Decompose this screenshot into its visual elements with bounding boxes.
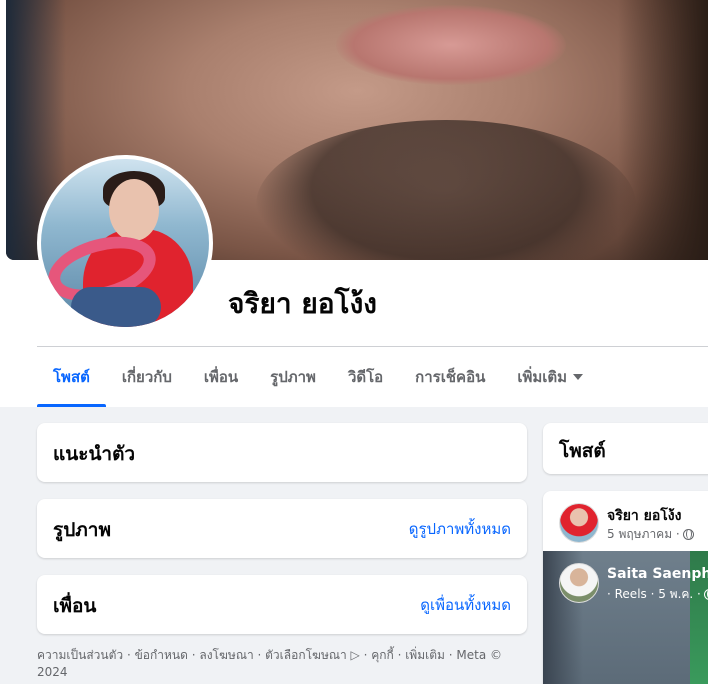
see-all-friends-link[interactable]: ดูเพื่อนทั้งหมด: [420, 593, 511, 617]
friends-title: เพื่อน: [53, 595, 97, 617]
tab-label: การเช็คอิน: [415, 368, 486, 386]
shared-post-info[interactable]: · Reels · 5 พ.ค. ·: [607, 585, 701, 604]
shared-post-meta: · Reels · 5 พ.ค. ·: [607, 585, 708, 604]
shared-author-name[interactable]: Saita Saenphon: [607, 566, 708, 582]
tab-label: รูปภาพ: [270, 368, 316, 386]
tab-checkins[interactable]: การเช็คอิน: [399, 347, 501, 407]
post-author-avatar[interactable]: [559, 503, 599, 543]
tab-label: เพิ่มเติม: [517, 368, 568, 386]
globe-icon: [703, 589, 708, 600]
profile-tabs: โพสต์ เกี่ยวกับ เพื่อน รูปภาพ วิดีโอ การ…: [37, 347, 599, 407]
friends-card: เพื่อน ดูเพื่อนทั้งหมด: [37, 575, 527, 634]
tab-posts[interactable]: โพสต์: [37, 347, 106, 407]
tab-more[interactable]: เพิ่มเติม: [501, 347, 599, 407]
intro-card: แนะนำตัว: [37, 423, 527, 482]
photos-card: รูปภาพ ดูรูปภาพทั้งหมด: [37, 499, 527, 558]
dropdown-caret-icon: [573, 374, 584, 380]
posts-title: โพสต์: [559, 440, 606, 462]
intro-title: แนะนำตัว: [53, 443, 136, 465]
post-date[interactable]: 5 พฤษภาคม ·: [607, 525, 680, 544]
profile-avatar[interactable]: [37, 155, 213, 331]
tab-label: วิดีโอ: [347, 368, 384, 386]
see-all-photos-link[interactable]: ดูรูปภาพทั้งหมด: [409, 517, 511, 541]
globe-icon: [682, 529, 694, 540]
footer-links[interactable]: ความเป็นส่วนตัว · ข้อกำหนด · ลงโฆษณา · ต…: [37, 647, 527, 681]
tab-videos[interactable]: วิดีโอ: [332, 347, 399, 407]
post-author-name[interactable]: จริยา ยอโง้ง: [607, 505, 681, 527]
tab-about[interactable]: เกี่ยวกับ: [106, 347, 188, 407]
tab-friends[interactable]: เพื่อน: [188, 347, 254, 407]
tab-photos[interactable]: รูปภาพ: [254, 347, 332, 407]
tab-label: เพื่อน: [203, 368, 239, 386]
profile-name: จริยา ยอโง้ง: [228, 287, 377, 320]
shared-author-avatar[interactable]: [559, 563, 599, 603]
posts-header-card: โพสต์: [543, 423, 708, 474]
photos-title: รูปภาพ: [53, 519, 111, 541]
tab-label: โพสต์: [53, 368, 90, 386]
post-meta: 5 พฤษภาคม ·: [607, 525, 694, 544]
tab-label: เกี่ยวกับ: [121, 368, 172, 386]
